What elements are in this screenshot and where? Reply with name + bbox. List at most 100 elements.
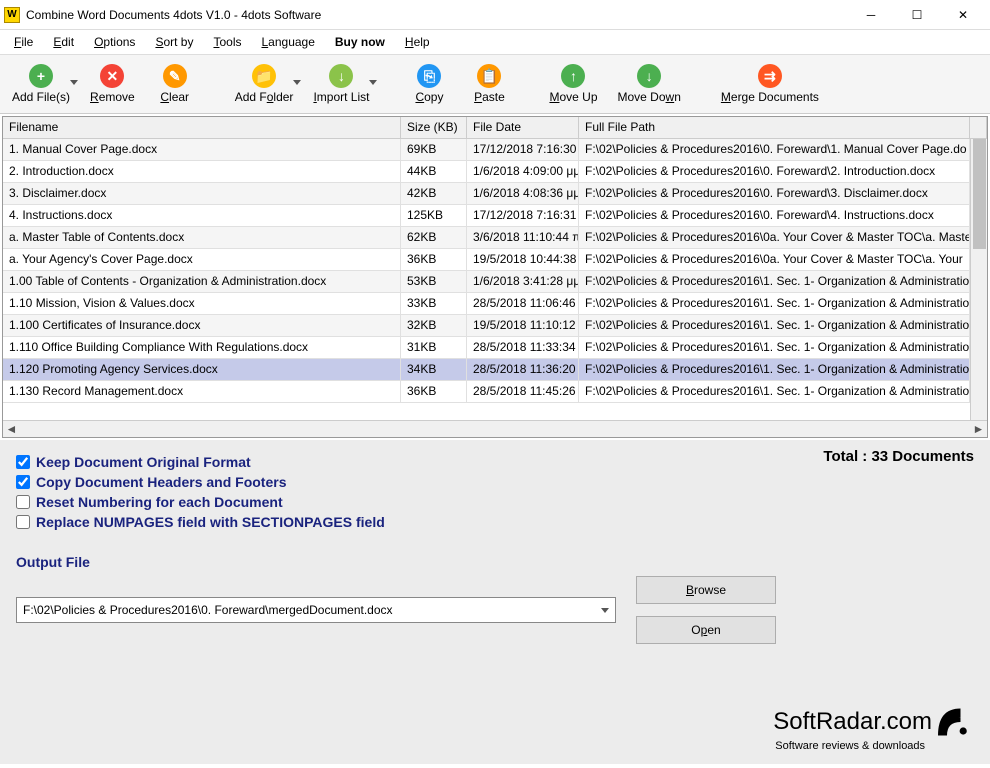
move-down-button[interactable]: ↓Move Down xyxy=(608,56,691,112)
replace-numpages-checkbox[interactable] xyxy=(16,515,30,529)
chevron-down-icon[interactable] xyxy=(369,80,377,85)
cell-path: F:\02\Policies & Procedures2016\1. Sec. … xyxy=(579,359,970,380)
menu-edit[interactable]: Edit xyxy=(45,33,82,51)
output-file-value: F:\02\Policies & Procedures2016\0. Forew… xyxy=(23,603,393,617)
keep-format-checkbox[interactable] xyxy=(16,455,30,469)
col-scrollgap xyxy=(970,117,987,138)
chevron-down-icon[interactable] xyxy=(70,80,78,85)
table-row[interactable]: 1. Manual Cover Page.docx69KB17/12/2018 … xyxy=(3,139,987,161)
toolbar: +Add File(s) ✕Remove ✎Clear 📁Add Folder … xyxy=(0,54,990,114)
table-row[interactable]: 4. Instructions.docx125KB17/12/2018 7:16… xyxy=(3,205,987,227)
table-row[interactable]: 1.100 Certificates of Insurance.docx32KB… xyxy=(3,315,987,337)
merge-icon: ⇉ xyxy=(758,64,782,88)
copy-headers-label[interactable]: Copy Document Headers and Footers xyxy=(36,474,287,490)
folder-icon: 📁 xyxy=(252,64,276,88)
cell-date: 17/12/2018 7:16:31 μμ xyxy=(467,205,579,226)
move-up-button[interactable]: ↑Move Up xyxy=(539,56,607,112)
table-row[interactable]: 1.00 Table of Contents - Organization & … xyxy=(3,271,987,293)
cell-size: 36KB xyxy=(401,381,467,402)
reset-numbering-checkbox[interactable] xyxy=(16,495,30,509)
cell-filename: 1.110 Office Building Compliance With Re… xyxy=(3,337,401,358)
vertical-scrollbar[interactable] xyxy=(970,139,987,420)
cell-filename: 1.120 Promoting Agency Services.docx xyxy=(3,359,401,380)
merge-documents-button[interactable]: ⇉Merge Documents xyxy=(711,56,829,112)
scroll-right-icon[interactable]: ► xyxy=(970,421,987,438)
brand-logo: SoftRadar.com xyxy=(773,704,974,740)
cell-path: F:\02\Policies & Procedures2016\0. Forew… xyxy=(579,183,970,204)
cell-path: F:\02\Policies & Procedures2016\1. Sec. … xyxy=(579,271,970,292)
menu-tools[interactable]: Tools xyxy=(205,33,249,51)
col-date[interactable]: File Date xyxy=(467,117,579,138)
import-list-button[interactable]: ↓Import List xyxy=(303,56,379,112)
table-row[interactable]: 1.120 Promoting Agency Services.docx34KB… xyxy=(3,359,987,381)
chevron-down-icon[interactable] xyxy=(293,80,301,85)
menu-file[interactable]: File xyxy=(6,33,41,51)
output-file-label: Output File xyxy=(16,554,974,570)
total-documents: Total : 33 Documents xyxy=(823,448,974,465)
cell-size: 125KB xyxy=(401,205,467,226)
copy-headers-checkbox[interactable] xyxy=(16,475,30,489)
col-path[interactable]: Full File Path xyxy=(579,117,970,138)
menu-help[interactable]: Help xyxy=(397,33,438,51)
menu-sortby[interactable]: Sort by xyxy=(147,33,201,51)
cell-size: 42KB xyxy=(401,183,467,204)
chevron-down-icon[interactable] xyxy=(601,608,609,613)
plus-icon: + xyxy=(29,64,53,88)
table-row[interactable]: 1.110 Office Building Compliance With Re… xyxy=(3,337,987,359)
col-size[interactable]: Size (KB) xyxy=(401,117,467,138)
minimize-button[interactable]: ─ xyxy=(848,0,894,30)
cell-path: F:\02\Policies & Procedures2016\0. Forew… xyxy=(579,139,970,160)
cell-size: 62KB xyxy=(401,227,467,248)
paste-button[interactable]: 📋Paste xyxy=(459,56,519,112)
cell-size: 33KB xyxy=(401,293,467,314)
cell-filename: 1.10 Mission, Vision & Values.docx xyxy=(3,293,401,314)
window-controls: ─ ☐ ✕ xyxy=(848,0,986,30)
maximize-button[interactable]: ☐ xyxy=(894,0,940,30)
cell-path: F:\02\Policies & Procedures2016\1. Sec. … xyxy=(579,315,970,336)
cell-date: 1/6/2018 4:09:00 μμ xyxy=(467,161,579,182)
window-title: Combine Word Documents 4dots V1.0 - 4dot… xyxy=(26,8,848,22)
watermark: SoftRadar.com Software reviews & downloa… xyxy=(773,704,974,752)
copy-icon: ⎘ xyxy=(417,64,441,88)
paste-icon: 📋 xyxy=(477,64,501,88)
open-button[interactable]: Open xyxy=(636,616,776,644)
cell-size: 32KB xyxy=(401,315,467,336)
copy-button[interactable]: ⎘Copy xyxy=(399,56,459,112)
cell-path: F:\02\Policies & Procedures2016\0. Forew… xyxy=(579,205,970,226)
output-file-combo[interactable]: F:\02\Policies & Procedures2016\0. Forew… xyxy=(16,597,616,623)
import-icon: ↓ xyxy=(329,64,353,88)
keep-format-label[interactable]: Keep Document Original Format xyxy=(36,454,251,470)
add-folder-button[interactable]: 📁Add Folder xyxy=(225,56,304,112)
arrow-up-icon: ↑ xyxy=(561,64,585,88)
menubar: File Edit Options Sort by Tools Language… xyxy=(0,30,990,54)
table-row[interactable]: a. Master Table of Contents.docx62KB3/6/… xyxy=(3,227,987,249)
cell-filename: a. Your Agency's Cover Page.docx xyxy=(3,249,401,270)
horizontal-scrollbar[interactable]: ◄ ► xyxy=(3,420,987,437)
browse-button[interactable]: Browse xyxy=(636,576,776,604)
broom-icon: ✎ xyxy=(163,64,187,88)
table-row[interactable]: 1.130 Record Management.docx36KB28/5/201… xyxy=(3,381,987,403)
cross-icon: ✕ xyxy=(100,64,124,88)
add-files-button[interactable]: +Add File(s) xyxy=(2,56,80,112)
table-row[interactable]: 3. Disclaimer.docx42KB1/6/2018 4:08:36 μ… xyxy=(3,183,987,205)
close-button[interactable]: ✕ xyxy=(940,0,986,30)
app-icon: W xyxy=(4,7,20,23)
menu-options[interactable]: Options xyxy=(86,33,143,51)
cell-size: 53KB xyxy=(401,271,467,292)
table-row[interactable]: 1.10 Mission, Vision & Values.docx33KB28… xyxy=(3,293,987,315)
cell-path: F:\02\Policies & Procedures2016\1. Sec. … xyxy=(579,381,970,402)
scroll-left-icon[interactable]: ◄ xyxy=(3,421,20,438)
cell-size: 31KB xyxy=(401,337,467,358)
remove-button[interactable]: ✕Remove xyxy=(80,56,145,112)
titlebar[interactable]: W Combine Word Documents 4dots V1.0 - 4d… xyxy=(0,0,990,30)
clear-button[interactable]: ✎Clear xyxy=(145,56,205,112)
col-filename[interactable]: Filename xyxy=(3,117,401,138)
menu-buynow[interactable]: Buy now xyxy=(327,33,393,51)
replace-numpages-label[interactable]: Replace NUMPAGES field with SECTIONPAGES… xyxy=(36,514,385,530)
table-row[interactable]: 2. Introduction.docx44KB1/6/2018 4:09:00… xyxy=(3,161,987,183)
reset-numbering-label[interactable]: Reset Numbering for each Document xyxy=(36,494,283,510)
scroll-thumb[interactable] xyxy=(973,139,986,249)
table-row[interactable]: a. Your Agency's Cover Page.docx36KB19/5… xyxy=(3,249,987,271)
menu-language[interactable]: Language xyxy=(253,33,322,51)
file-grid: Filename Size (KB) File Date Full File P… xyxy=(2,116,988,438)
